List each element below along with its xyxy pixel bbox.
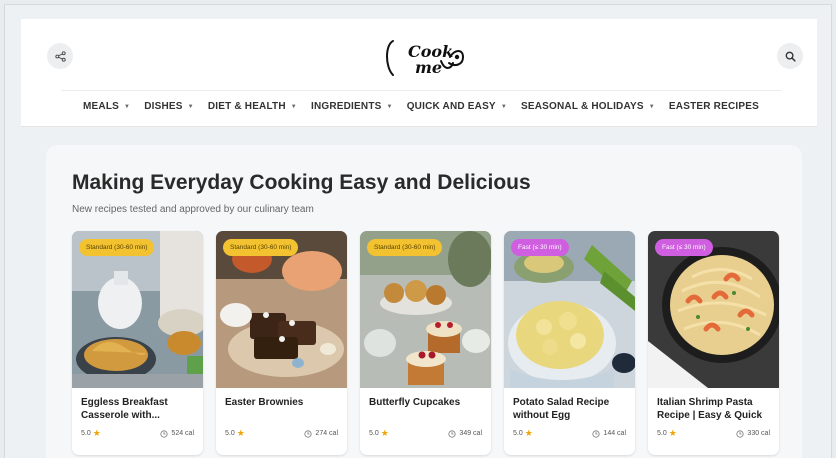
- nav-item-label: DIET & HEALTH: [207, 101, 286, 112]
- nav-item-dishes[interactable]: DISHES ▼: [144, 101, 194, 112]
- nav-item-easter-recipes[interactable]: EASTER RECIPES: [669, 101, 759, 112]
- recipe-rating: 5.0 ★: [513, 429, 533, 438]
- recipe-image[interactable]: Standard (30-60 min): [360, 231, 491, 388]
- star-icon: ★: [380, 428, 389, 438]
- calories-value: 330 cal: [747, 430, 770, 437]
- star-icon: ★: [236, 428, 245, 438]
- chevron-down-icon: ▼: [500, 103, 507, 110]
- recipe-rating: 5.0 ★: [369, 429, 389, 438]
- recipe-meta: 5.0 ★ 349 cal: [369, 429, 482, 438]
- duration-badge: Standard (30-60 min): [223, 239, 299, 256]
- recipe-image[interactable]: Fast (≤ 30 min): [504, 231, 635, 388]
- recipe-meta: 5.0 ★ 274 cal: [225, 429, 338, 438]
- nav-item-quick-easy[interactable]: QUICK AND EASY ▼: [407, 101, 507, 112]
- recipe-calories: 144 cal: [592, 429, 626, 438]
- duration-badge: Standard (30-60 min): [79, 239, 155, 256]
- section-subtitle: New recipes tested and approved by our c…: [72, 204, 314, 215]
- duration-badge: Fast (≤ 30 min): [655, 239, 713, 256]
- recipe-rating: 5.0 ★: [225, 429, 245, 438]
- rating-value: 5.0: [657, 430, 667, 437]
- recipe-calories: 330 cal: [736, 429, 770, 438]
- site-header: Cook me MEALS ▼ DISHES ▼ DIET & HEALTH ▼: [21, 19, 817, 127]
- section-title: Making Everyday Cooking Easy and Delicio…: [72, 171, 531, 194]
- share-button[interactable]: [47, 43, 73, 69]
- recipe-card[interactable]: Standard (30-60 min) Easter Brownies 5.0…: [216, 231, 347, 455]
- site-logo[interactable]: Cook me: [375, 27, 471, 83]
- nav-item-seasonal-holidays[interactable]: SEASONAL & HOLIDAYS ▼: [521, 101, 655, 112]
- recipe-meta: 5.0 ★ 144 cal: [513, 429, 626, 438]
- svg-text:me: me: [415, 58, 442, 77]
- rating-value: 5.0: [369, 430, 379, 437]
- rating-value: 5.0: [81, 430, 91, 437]
- nav-item-meals[interactable]: MEALS ▼: [83, 101, 130, 112]
- nav-item-label: DISHES: [144, 101, 183, 112]
- nav-item-label: QUICK AND EASY: [406, 101, 496, 112]
- star-icon: ★: [668, 428, 677, 438]
- recipe-card[interactable]: Standard (30-60 min) Eggless Breakfast C…: [72, 231, 203, 455]
- nav-item-label: INGREDIENTS: [310, 101, 382, 112]
- search-button[interactable]: [777, 43, 803, 69]
- clock-icon: [160, 429, 169, 438]
- clock-icon: [592, 429, 601, 438]
- recipe-card-list: Standard (30-60 min) Eggless Breakfast C…: [72, 231, 779, 455]
- recipe-meta: 5.0 ★ 330 cal: [657, 429, 770, 438]
- chevron-down-icon: ▼: [124, 103, 131, 110]
- duration-badge: Fast (≤ 30 min): [511, 239, 569, 256]
- calories-value: 144 cal: [603, 430, 626, 437]
- recipe-meta: 5.0 ★ 524 cal: [81, 429, 194, 438]
- recipe-title[interactable]: Italian Shrimp Pasta Recipe | Easy & Qui…: [657, 396, 773, 422]
- star-icon: ★: [524, 428, 533, 438]
- recipe-rating: 5.0 ★: [657, 429, 677, 438]
- chevron-down-icon: ▼: [290, 103, 297, 110]
- chevron-down-icon: ▼: [187, 103, 194, 110]
- recipe-title[interactable]: Eggless Breakfast Casserole with...: [81, 396, 197, 422]
- share-icon: [54, 50, 66, 62]
- recipe-card[interactable]: Fast (≤ 30 min) Italian Shrimp Pasta Rec…: [648, 231, 779, 455]
- calories-value: 524 cal: [171, 430, 194, 437]
- recipe-image[interactable]: Standard (30-60 min): [216, 231, 347, 388]
- nav-item-label: EASTER RECIPES: [668, 101, 759, 112]
- nav-item-label: SEASONAL & HOLIDAYS: [521, 101, 644, 112]
- nav-item-diet-health[interactable]: DIET & HEALTH ▼: [208, 101, 297, 112]
- rating-value: 5.0: [225, 430, 235, 437]
- recipe-card[interactable]: Fast (≤ 30 min) Potato Salad Recipe with…: [504, 231, 635, 455]
- duration-badge: Standard (30-60 min): [367, 239, 443, 256]
- main-nav: MEALS ▼ DISHES ▼ DIET & HEALTH ▼ INGREDI…: [61, 90, 781, 122]
- recipe-calories: 524 cal: [160, 429, 194, 438]
- recipe-card[interactable]: Standard (30-60 min) Butterfly Cupcakes …: [360, 231, 491, 455]
- clock-icon: [448, 429, 457, 438]
- recipe-rating: 5.0 ★: [81, 429, 101, 438]
- nav-item-ingredients[interactable]: INGREDIENTS ▼: [311, 101, 393, 112]
- rating-value: 5.0: [513, 430, 523, 437]
- featured-recipes-section: Making Everyday Cooking Easy and Delicio…: [46, 145, 802, 458]
- star-icon: ★: [92, 428, 101, 438]
- chevron-down-icon: ▼: [386, 103, 393, 110]
- chevron-down-icon: ▼: [648, 103, 655, 110]
- recipe-title[interactable]: Easter Brownies: [225, 396, 341, 409]
- clock-icon: [736, 429, 745, 438]
- recipe-image[interactable]: Standard (30-60 min): [72, 231, 203, 388]
- recipe-calories: 274 cal: [304, 429, 338, 438]
- recipe-calories: 349 cal: [448, 429, 482, 438]
- calories-value: 349 cal: [459, 430, 482, 437]
- clock-icon: [304, 429, 313, 438]
- nav-item-label: MEALS: [83, 101, 119, 112]
- browser-viewport: Cook me MEALS ▼ DISHES ▼ DIET & HEALTH ▼: [4, 4, 832, 458]
- recipe-image[interactable]: Fast (≤ 30 min): [648, 231, 779, 388]
- recipe-title[interactable]: Potato Salad Recipe without Egg: [513, 396, 629, 422]
- recipe-title[interactable]: Butterfly Cupcakes: [369, 396, 485, 409]
- search-icon: [785, 51, 796, 62]
- calories-value: 274 cal: [315, 430, 338, 437]
